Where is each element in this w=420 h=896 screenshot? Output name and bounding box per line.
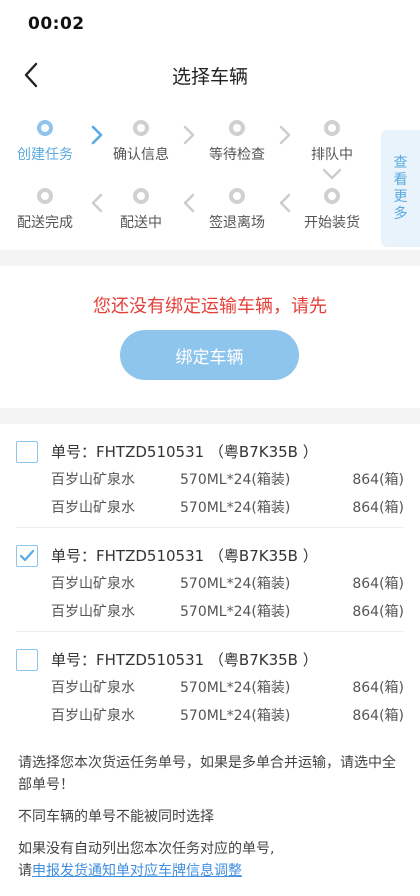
chevron-left-icon [91, 193, 103, 213]
view-more-char: 多 [393, 205, 408, 222]
product-qty: 864(箱) [352, 680, 404, 696]
step-label: 签退离场 [209, 215, 265, 231]
instruction-link-line: 请申报发货通知单对应车牌信息调整 [18, 860, 408, 882]
product-qty: 864(箱) [352, 604, 404, 620]
product-qty: 864(箱) [352, 708, 404, 724]
view-more-char: 看 [393, 171, 408, 188]
step-dot-icon [133, 120, 149, 136]
instruction-text: 不同车辆的单号不能被同时选择 [18, 809, 214, 825]
product-name: 百岁山矿泉水 [51, 604, 135, 620]
step-dot-icon [133, 188, 149, 204]
order-checkbox[interactable] [16, 545, 38, 567]
order-checkbox[interactable] [16, 441, 38, 463]
order-number: 单号：FHTZD510531 （粤B7K35B ） [51, 651, 318, 669]
product-spec: 570ML*24(箱装) [180, 500, 291, 516]
nav-bar: 选择车辆 [0, 48, 420, 102]
step-label: 确认信息 [113, 147, 169, 163]
instructions: 请选择您本次货运任务单号，如果是多单合并运输，请选中全部单号！ 不同车辆的单号不… [18, 752, 408, 882]
view-more-tab[interactable]: 查 看 更 多 [381, 130, 420, 247]
bind-vehicle-section: 您还没有绑定运输车辆，请先 绑定车辆 [0, 266, 420, 408]
view-more-char: 更 [393, 188, 408, 205]
step-wait-check: 等待检查 [197, 120, 277, 164]
instruction-text: 如果没有自动列出您本次任务对应的单号, [18, 841, 275, 857]
step-confirm-info: 确认信息 [101, 120, 181, 164]
progress-steps: 创建任务 确认信息 等待检查 排队中 开始装货 签退离场 配送中 配送完成 [0, 102, 420, 250]
bind-vehicle-button[interactable]: 绑定车辆 [120, 330, 299, 380]
step-dot-icon [37, 120, 53, 136]
checkmark-icon [19, 549, 35, 562]
step-dot-icon [229, 188, 245, 204]
order-item: 单号：FHTZD510531 （粤B7K35B ） 百岁山矿泉水 570ML*2… [16, 632, 404, 736]
product-spec: 570ML*24(箱装) [180, 604, 291, 620]
status-bar: 00:02 [0, 0, 420, 48]
step-queuing: 排队中 [292, 120, 372, 164]
order-checkbox[interactable] [16, 649, 38, 671]
step-create-task: 创建任务 [5, 120, 85, 164]
status-time: 00:02 [28, 14, 85, 34]
chevron-left-icon [279, 193, 291, 213]
product-qty: 864(箱) [352, 500, 404, 516]
product-spec: 570ML*24(箱装) [180, 680, 291, 696]
section-divider [0, 408, 420, 424]
product-spec: 570ML*24(箱装) [180, 576, 291, 592]
step-dot-icon [229, 120, 245, 136]
product-name: 百岁山矿泉水 [51, 708, 135, 724]
chevron-left-icon [183, 193, 195, 213]
step-sign-out: 签退离场 [197, 188, 277, 232]
order-number: 单号：FHTZD510531 （粤B7K35B ） [51, 443, 318, 461]
order-number: 单号：FHTZD510531 （粤B7K35B ） [51, 547, 318, 565]
product-name: 百岁山矿泉水 [51, 472, 135, 488]
instruction-text: 请选择您本次货运任务单号，如果是多单合并运输，请选中全部单号！ [18, 755, 396, 793]
step-label: 等待检查 [209, 147, 265, 163]
product-qty: 864(箱) [352, 472, 404, 488]
adjust-plate-info-link[interactable]: 申报发货通知单对应车牌信息调整 [32, 863, 242, 879]
chevron-down-icon [322, 168, 342, 180]
step-dot-icon [324, 188, 340, 204]
product-name: 百岁山矿泉水 [51, 576, 135, 592]
step-dot-icon [37, 188, 53, 204]
no-vehicle-warning: 您还没有绑定运输车辆，请先 [93, 296, 327, 317]
product-spec: 570ML*24(箱装) [180, 708, 291, 724]
step-label: 创建任务 [17, 147, 73, 163]
step-label: 配送中 [120, 215, 162, 231]
page-title: 选择车辆 [171, 66, 248, 88]
product-name: 百岁山矿泉水 [51, 680, 135, 696]
order-item: 单号：FHTZD510531 （粤B7K35B ） 百岁山矿泉水 570ML*2… [16, 424, 404, 528]
step-label: 排队中 [311, 147, 353, 163]
step-label: 配送完成 [17, 215, 73, 231]
section-divider [0, 250, 420, 266]
order-list: 单号：FHTZD510531 （粤B7K35B ） 百岁山矿泉水 570ML*2… [0, 424, 420, 736]
step-delivering: 配送中 [101, 188, 181, 232]
product-spec: 570ML*24(箱装) [180, 472, 291, 488]
chevron-right-icon [183, 125, 195, 145]
step-delivery-complete: 配送完成 [5, 188, 85, 232]
product-qty: 864(箱) [352, 576, 404, 592]
step-start-loading: 开始装货 [292, 188, 372, 232]
step-label: 开始装货 [304, 215, 360, 231]
step-dot-icon [324, 120, 340, 136]
view-more-char: 查 [393, 154, 408, 171]
product-name: 百岁山矿泉水 [51, 500, 135, 516]
order-item: 单号：FHTZD510531 （粤B7K35B ） 百岁山矿泉水 570ML*2… [16, 528, 404, 632]
instruction-prefix: 请 [18, 863, 32, 879]
